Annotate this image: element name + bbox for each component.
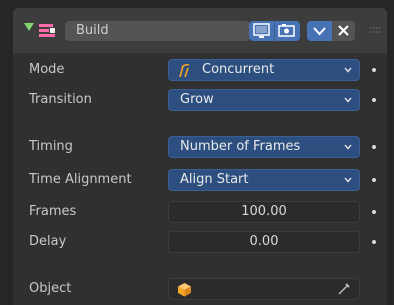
timing-dropdown[interactable]: Number of Frames — [168, 136, 360, 158]
frames-value: 100.00 — [241, 204, 287, 219]
transition-dropdown[interactable]: Grow — [168, 89, 360, 111]
realtime-toggle-button[interactable] — [249, 21, 274, 41]
row-frames: Frames 100.00 — [13, 201, 387, 223]
render-toggle-button[interactable] — [274, 21, 300, 41]
eyedropper-icon[interactable] — [337, 282, 351, 296]
mode-dropdown[interactable]: Concurrent — [168, 59, 360, 81]
delay-value: 0.00 — [249, 234, 279, 249]
timing-value: Number of Frames — [180, 139, 301, 154]
transition-value: Grow — [180, 92, 214, 107]
modifier-panel: Build Mode Concurrent Transition Grow Ti… — [13, 8, 387, 305]
timing-label: Timing — [29, 139, 73, 154]
apply-menu-button[interactable] — [307, 21, 332, 41]
modifier-name-field[interactable]: Build — [65, 21, 250, 41]
frames-number-field[interactable]: 100.00 — [168, 201, 360, 223]
chevron-down-icon — [344, 67, 352, 73]
mode-label: Mode — [29, 62, 65, 77]
delete-modifier-button[interactable] — [332, 21, 355, 41]
row-delay: Delay 0.00 — [13, 231, 387, 253]
animate-property-dot[interactable] — [372, 178, 376, 182]
build-modifier-icon — [39, 24, 55, 37]
frames-label: Frames — [29, 204, 77, 219]
drag-grip-icon[interactable] — [370, 26, 382, 34]
animate-property-dot[interactable] — [372, 98, 376, 102]
row-mode: Mode Concurrent — [13, 59, 387, 81]
mode-value: Concurrent — [202, 62, 275, 77]
concurrent-mode-icon — [179, 63, 190, 78]
delay-number-field[interactable]: 0.00 — [168, 231, 360, 253]
animate-property-dot[interactable] — [372, 68, 376, 72]
animate-property-dot[interactable] — [372, 240, 376, 244]
chevron-down-icon — [344, 144, 352, 150]
chevron-down-icon — [313, 27, 326, 36]
delay-label: Delay — [29, 234, 67, 249]
chevron-down-icon — [344, 97, 352, 103]
object-cube-icon — [178, 283, 191, 297]
row-transition: Transition Grow — [13, 89, 387, 111]
row-object: Object — [13, 278, 387, 300]
modifier-name-text: Build — [76, 23, 109, 38]
monitor-icon — [253, 23, 270, 38]
animate-property-dot[interactable] — [372, 145, 376, 149]
time-alignment-dropdown[interactable]: Align Start — [168, 169, 360, 191]
camera-icon — [278, 24, 295, 37]
animate-property-dot[interactable] — [372, 210, 376, 214]
row-timing: Timing Number of Frames — [13, 136, 387, 158]
transition-label: Transition — [29, 92, 92, 107]
time-alignment-value: Align Start — [180, 172, 249, 187]
chevron-down-icon — [344, 177, 352, 183]
modifier-header: Build — [13, 8, 387, 53]
object-label: Object — [29, 281, 72, 296]
expand-triangle-icon[interactable] — [24, 23, 34, 31]
time-alignment-label: Time Alignment — [29, 172, 132, 187]
object-field[interactable] — [168, 278, 360, 300]
row-time-alignment: Time Alignment Align Start — [13, 169, 387, 191]
close-icon — [338, 25, 349, 36]
